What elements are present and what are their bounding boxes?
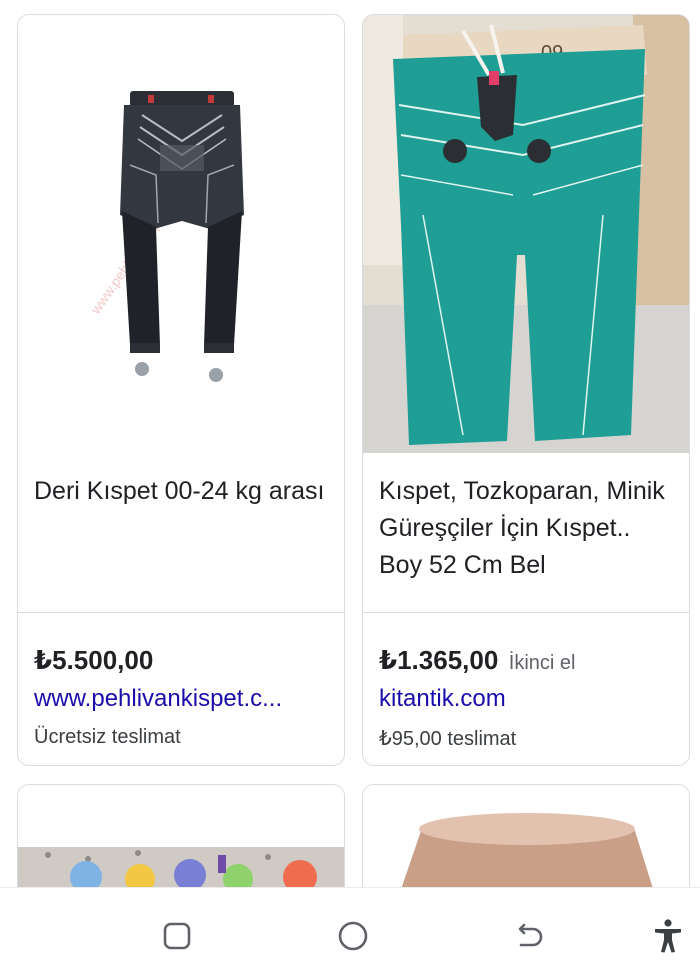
product-title[interactable]: Deri Kıspet 00-24 kg arası bbox=[34, 473, 332, 510]
home-button[interactable] bbox=[333, 916, 373, 956]
product-card[interactable]: www.pehlivankispet.com Deri Kıspet 00-24… bbox=[17, 14, 345, 766]
delivery-info: ₺95,00 teslimat bbox=[379, 728, 517, 750]
recent-apps-icon bbox=[163, 922, 191, 950]
product-card[interactable]: 09 Kıspet, Tozkoparan, Minik Güreşçiler … bbox=[362, 14, 690, 766]
home-icon bbox=[338, 921, 368, 951]
turquoise-trousers-image: 09 bbox=[363, 15, 689, 453]
recent-apps-button[interactable] bbox=[157, 916, 197, 956]
delivery-info: Ücretsiz teslimat bbox=[34, 726, 181, 748]
product-price: ₺1.365,00 bbox=[379, 645, 499, 675]
merchant-link[interactable]: kitantik.com bbox=[379, 685, 675, 713]
black-trousers-image: www.pehlivankispet.com bbox=[87, 91, 244, 382]
back-icon bbox=[518, 923, 543, 947]
price-row: ₺5.500,00 bbox=[34, 645, 336, 676]
accessibility-icon bbox=[655, 919, 681, 953]
price-row: ₺1.365,00 İkinci el bbox=[379, 645, 681, 676]
card-divider bbox=[363, 612, 689, 613]
condition-label: İkinci el bbox=[508, 652, 576, 674]
product-title[interactable]: Kıspet, Tozkoparan, Minik Güreşçiler İçi… bbox=[379, 473, 677, 584]
accessibility-button[interactable] bbox=[648, 916, 688, 956]
product-image[interactable]: 09 bbox=[363, 15, 689, 453]
product-price: ₺5.500,00 bbox=[34, 645, 154, 675]
product-image[interactable]: www.pehlivankispet.com bbox=[18, 15, 344, 465]
merchant-link[interactable]: www.pehlivankispet.c... bbox=[34, 685, 330, 713]
back-button[interactable] bbox=[509, 916, 549, 956]
system-navigation-bar bbox=[0, 887, 700, 980]
card-divider bbox=[18, 612, 344, 613]
